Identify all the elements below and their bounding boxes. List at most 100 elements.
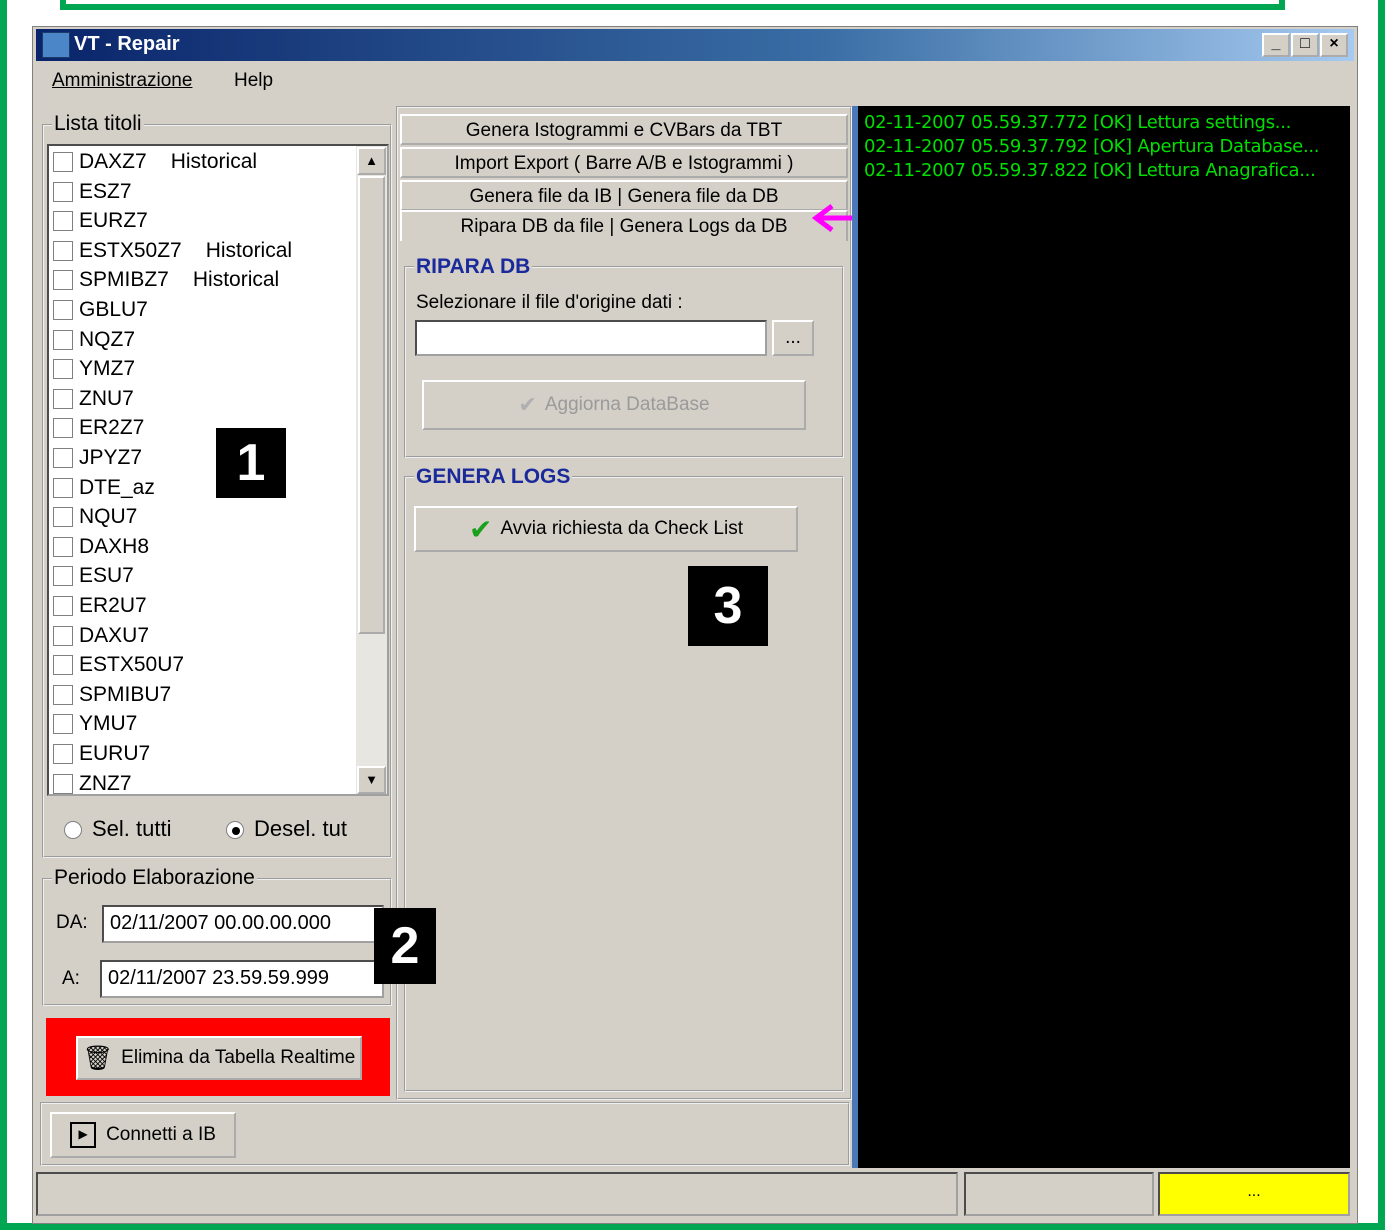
callout-2: 2 — [374, 908, 436, 984]
item-checkbox[interactable] — [53, 418, 73, 439]
item-checkbox[interactable] — [53, 448, 73, 468]
list-item[interactable]: DAXH8 — [53, 533, 149, 561]
callout-1: 1 — [216, 428, 286, 498]
desel-tutti-radio[interactable] — [226, 821, 244, 839]
item-name: ESZ7 — [79, 179, 132, 203]
list-item[interactable]: JPYZ7 — [53, 444, 142, 472]
item-checkbox[interactable] — [53, 359, 73, 380]
item-name: ESTX50Z7 — [79, 238, 182, 262]
list-item[interactable]: DAXU7 — [53, 622, 149, 650]
genera-logs-group — [404, 476, 844, 1092]
scroll-up-button[interactable]: ▲ — [357, 147, 386, 175]
list-item[interactable]: SPMIBU7 — [53, 681, 171, 709]
ripara-db-label: RIPARA DB — [414, 255, 533, 279]
item-checkbox[interactable] — [53, 300, 73, 320]
status-indicator: ... — [1158, 1172, 1350, 1216]
list-item[interactable]: ER2Z7 — [53, 414, 144, 442]
tab-import-export[interactable]: Import Export ( Barre A/B e Istogrammi ) — [400, 147, 848, 178]
connetti-button[interactable]: ▶ Connetti a IB — [50, 1112, 236, 1158]
tab-genera-istogrammi[interactable]: Genera Istogrammi e CVBars da TBT — [400, 114, 848, 145]
item-checkbox[interactable] — [53, 596, 73, 616]
elimina-button[interactable]: 🗑 Elimina da Tabella Realtime — [76, 1036, 362, 1080]
item-checkbox[interactable] — [53, 684, 73, 705]
list-item[interactable]: EURZ7 — [53, 207, 148, 235]
list-item[interactable]: YMU7 — [53, 710, 137, 738]
item-checkbox[interactable] — [53, 270, 73, 291]
minimize-button[interactable]: _ — [1262, 33, 1290, 57]
item-name: DAXZ7 — [79, 150, 147, 173]
avvia-richiesta-button[interactable]: ✔ Avvia richiesta da Check List — [414, 506, 798, 552]
tab-ripara-db[interactable]: Ripara DB da file | Genera Logs da DB — [400, 210, 848, 241]
item-tag: Historical — [205, 238, 293, 262]
item-name: ZNZ7 — [79, 771, 132, 795]
da-input[interactable]: 02/11/2007 00.00.00.000 — [102, 905, 384, 943]
aggiorna-database-button[interactable]: ✔ Aggiorna DataBase — [422, 380, 806, 430]
maximize-button[interactable]: □ — [1291, 33, 1319, 57]
list-item[interactable]: ESU7 — [53, 562, 134, 590]
scroll-thumb[interactable] — [358, 176, 385, 634]
item-checkbox[interactable] — [53, 181, 73, 202]
item-checkbox[interactable] — [53, 714, 73, 735]
item-checkbox[interactable] — [53, 773, 73, 794]
item-checkbox[interactable] — [53, 507, 73, 528]
list-item[interactable]: ESTX50Z7 Historical — [53, 237, 292, 265]
list-item[interactable]: ER2U7 — [53, 592, 147, 620]
list-item[interactable]: EURU7 — [53, 740, 150, 768]
green-check-icon: ✔ — [468, 513, 493, 545]
window-title: VT - Repair — [74, 33, 180, 55]
log-line: 02-11-2007 05.59.37.792 [OK] Apertura Da… — [864, 136, 1320, 157]
title-bar — [36, 29, 1354, 61]
list-item[interactable]: DTE_az — [53, 474, 155, 502]
callout-3: 3 — [688, 566, 768, 646]
list-item[interactable]: NQZ7 — [53, 326, 135, 354]
item-name: ESTX50U7 — [79, 653, 185, 677]
item-checkbox[interactable] — [53, 744, 73, 764]
browse-button[interactable]: ... — [772, 320, 814, 356]
sel-tutti-radio[interactable] — [64, 821, 82, 839]
item-checkbox[interactable] — [53, 477, 73, 498]
item-checkbox[interactable] — [53, 655, 73, 676]
status-panel-secondary — [964, 1172, 1154, 1216]
tab-genera-file[interactable]: Genera file da IB | Genera file da DB — [400, 180, 848, 211]
app-icon — [42, 32, 70, 58]
list-item[interactable]: ZNZ7 — [53, 770, 132, 798]
menu-amministrazione[interactable]: Amministrazione — [52, 70, 192, 92]
menu-help[interactable]: Help — [234, 70, 273, 92]
a-label: A: — [62, 968, 80, 989]
list-item[interactable]: ESZ7 — [53, 178, 132, 206]
log-line: 02-11-2007 05.59.37.772 [OK] Lettura set… — [864, 112, 1292, 133]
desel-tutti-label: Desel. tut — [254, 816, 347, 841]
list-item[interactable]: SPMIBZ7 Historical — [53, 266, 279, 294]
item-name: ER2U7 — [79, 594, 147, 617]
item-checkbox[interactable] — [53, 211, 73, 232]
list-item[interactable]: GBLU7 — [53, 296, 148, 324]
scroll-down-button[interactable]: ▼ — [357, 766, 386, 794]
list-item[interactable]: DAXZ7 Historical — [53, 148, 257, 176]
item-name: EURZ7 — [79, 209, 148, 233]
item-name: SPMIBZ7 — [79, 268, 169, 292]
item-name: GBLU7 — [79, 298, 148, 321]
list-item[interactable]: YMZ7 — [53, 355, 135, 383]
a-input[interactable]: 02/11/2007 23.59.59.999 — [100, 960, 384, 998]
periodo-label: Periodo Elaborazione — [52, 866, 257, 890]
item-checkbox[interactable] — [53, 329, 73, 350]
item-name: EURU7 — [79, 742, 151, 765]
item-checkbox[interactable] — [53, 536, 73, 557]
list-item[interactable]: NQU7 — [53, 503, 137, 531]
status-panel-main — [36, 1172, 958, 1216]
item-checkbox[interactable] — [53, 388, 73, 409]
item-name: ZNU7 — [79, 386, 134, 410]
item-name: SPMIBU7 — [79, 682, 172, 706]
list-item[interactable]: ESTX50U7 — [53, 651, 184, 679]
check-icon-disabled: ✔ — [518, 392, 537, 417]
item-checkbox[interactable] — [53, 240, 73, 261]
item-name: ESU7 — [79, 564, 134, 588]
item-checkbox[interactable] — [53, 152, 73, 172]
file-input[interactable] — [415, 320, 767, 356]
lista-titoli-label: Lista titoli — [52, 112, 144, 136]
item-name: NQZ7 — [79, 327, 136, 351]
close-button[interactable]: × — [1320, 33, 1348, 57]
item-checkbox[interactable] — [53, 625, 73, 646]
item-checkbox[interactable] — [53, 566, 73, 587]
list-item[interactable]: ZNU7 — [53, 385, 134, 413]
